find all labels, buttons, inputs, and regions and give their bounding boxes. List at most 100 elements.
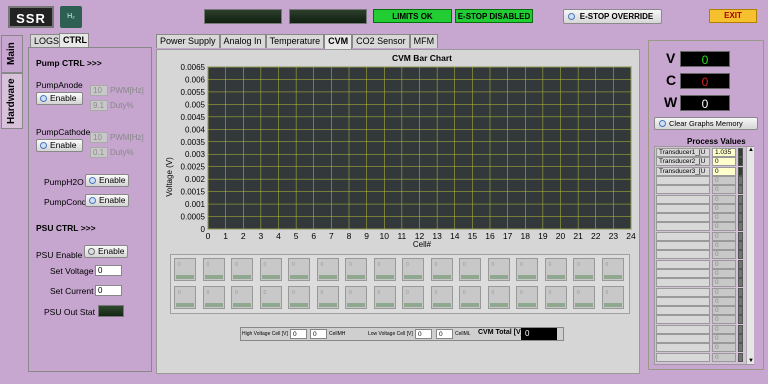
cell-voltage-bar	[233, 303, 251, 307]
arrow-down-icon	[88, 248, 95, 255]
tab-hardware[interactable]: Hardware	[1, 73, 23, 129]
cell-voltage-box: 0	[174, 258, 196, 281]
cell-voltage-value: 0	[263, 290, 267, 296]
tab-temperature[interactable]: Temperature	[265, 34, 325, 48]
process-value-led	[738, 315, 743, 325]
tab-main[interactable]: Main	[1, 35, 23, 73]
process-value-reading: 0	[712, 296, 736, 306]
low-voltage-label: Low Voltage Cell [V]	[368, 331, 413, 337]
cell-voltage-box: 0	[259, 286, 282, 309]
process-value-name	[656, 296, 710, 306]
pump-cond-enable-button[interactable]: Enable	[85, 194, 129, 207]
cell-voltage-bar	[489, 303, 508, 307]
x-tick-label: 19	[538, 231, 548, 241]
tab-analog-in[interactable]: Analog In	[219, 34, 266, 48]
process-value-name	[656, 241, 710, 250]
y-tick-label: 0.005	[185, 100, 206, 109]
psu-enable-button[interactable]: Enable	[84, 245, 128, 258]
cell-voltage-value: 0	[263, 262, 267, 268]
cell-voltage-value: 0	[548, 290, 552, 296]
cell-voltage-bar	[233, 275, 251, 279]
cell-voltage-box: 0	[202, 258, 225, 281]
cell-voltage-box: 0	[288, 258, 310, 281]
pump-anode-enable-button[interactable]: Enable	[36, 92, 83, 105]
process-value-reading: 0	[712, 185, 736, 195]
pump-h2o-enable-button[interactable]: Enable	[85, 174, 129, 187]
cell-voltage-value: 0	[235, 262, 238, 268]
process-value-reading: 0	[712, 343, 736, 353]
cell-voltage-box: 0	[345, 258, 367, 281]
process-value-led	[738, 213, 743, 223]
tab-logs[interactable]: LOGS	[30, 34, 60, 48]
estop-override-label: E-STOP OVERRIDE	[579, 12, 654, 21]
cell-voltage-value: 0	[605, 262, 609, 268]
scroll-down-icon[interactable]: ▼	[748, 358, 754, 364]
cell-voltage-bar	[404, 275, 422, 279]
tab-ctrl[interactable]: CTRL	[59, 33, 89, 48]
process-value-name	[656, 259, 710, 269]
pump-cathode-duty-unit: Duty%	[110, 148, 134, 157]
cell-voltage-box: 0	[316, 286, 339, 309]
y-tick-label: 0.0045	[181, 113, 206, 122]
cell-voltage-box: 0	[402, 286, 424, 309]
process-value-reading: 0	[712, 259, 736, 269]
process-value-led	[738, 241, 743, 250]
process-value-name	[656, 306, 710, 316]
process-value-reading: 0	[712, 203, 736, 213]
process-value-reading: 0	[712, 334, 736, 343]
x-tick-label: 11	[397, 231, 406, 241]
tab-power-supply[interactable]: Power Supply	[156, 34, 220, 48]
cell-voltage-value: 0	[577, 290, 580, 296]
cell-voltage-value: 0	[377, 262, 381, 268]
x-tick-label: 18	[521, 231, 531, 241]
high-voltage-unit: CellMH	[329, 331, 346, 337]
cell-voltage-box: 0	[231, 258, 253, 281]
exit-button[interactable]: EXIT	[709, 9, 757, 23]
cell-voltage-value: 0	[406, 290, 409, 296]
set-current-input[interactable]: 0	[95, 285, 122, 296]
limits-ok-indicator: LIMITS OK	[373, 9, 452, 23]
process-value-name	[656, 203, 710, 213]
y-tick-label: 0.002	[185, 175, 206, 184]
cvm-bar-chart: CVM Bar Chart 00.0005 0.001 0.0015 0.002 0.0…	[165, 53, 636, 249]
cell-voltage-box: 0	[459, 258, 481, 281]
x-tick-label: 20	[556, 231, 566, 241]
cell-voltage-bar	[432, 303, 451, 307]
estop-disabled-indicator: E-STOP DISABLED	[455, 9, 533, 23]
scroll-up-icon[interactable]: ▲	[748, 147, 754, 153]
process-value-name	[656, 268, 710, 278]
x-tick-label: 14	[450, 231, 460, 241]
cell-voltage-bar	[318, 275, 337, 279]
cell-voltage-bar	[261, 303, 280, 307]
process-value-name: Transducer2_[U	[656, 157, 710, 167]
x-tick-label: 17	[503, 231, 513, 241]
x-tick-label: 15	[468, 231, 478, 241]
main-tabs: Power Supply Analog In Temperature CVM C…	[156, 34, 439, 49]
pump-cathode-enable-label: Enable	[50, 140, 77, 150]
psu-ctrl-title: PSU CTRL >>>	[36, 223, 96, 233]
tab-mfm[interactable]: MFM	[409, 34, 439, 48]
process-value-led	[738, 148, 743, 157]
cell-voltage-bar	[375, 303, 394, 307]
estop-override-button[interactable]: E-STOP OVERRIDE	[563, 9, 662, 24]
pump-cathode-enable-button[interactable]: Enable	[36, 139, 83, 152]
psu-out-stat-label: PSU Out Stat	[44, 307, 96, 317]
set-voltage-input[interactable]: 0	[95, 265, 122, 276]
refresh-icon	[40, 142, 47, 149]
clear-graphs-memory-button[interactable]: Clear Graphs Memory	[654, 117, 758, 130]
cell-voltage-value: 0	[292, 290, 295, 296]
high-voltage-value: 0	[290, 329, 307, 339]
process-values-scrollbar[interactable]: ▲ ▼	[746, 147, 754, 364]
cell-voltage-bar	[603, 303, 622, 307]
cell-voltage-bar	[347, 303, 365, 307]
power-label: W	[664, 94, 678, 110]
cvm-total-label: CVM Total [V]	[478, 329, 523, 336]
tab-cvm[interactable]: CVM	[324, 34, 353, 49]
tab-co2-sensor[interactable]: CO2 Sensor	[352, 34, 410, 48]
x-tick-label: 5	[294, 231, 299, 241]
process-value-led	[738, 278, 743, 288]
x-tick-label: 23	[609, 231, 619, 241]
process-value-led	[738, 250, 743, 260]
cell-voltage-bar	[347, 275, 365, 279]
x-tick-label: 1	[223, 231, 228, 241]
